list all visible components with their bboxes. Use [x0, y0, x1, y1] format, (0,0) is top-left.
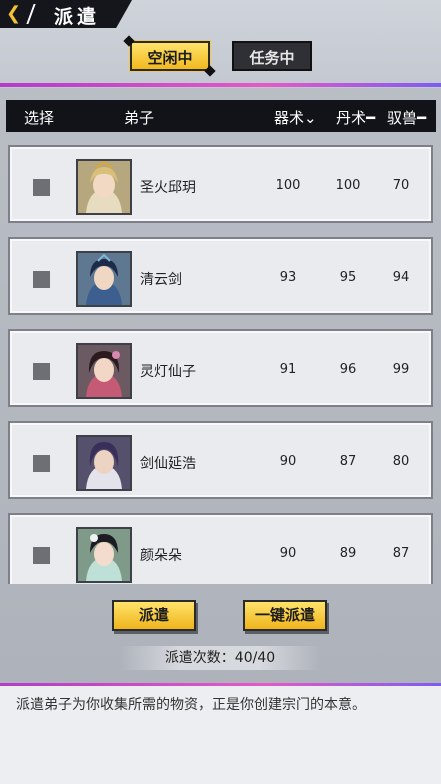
disciple-name: 圣火邱玥 [140, 180, 196, 196]
avatar [76, 435, 132, 491]
table-header: 选择 弟子 器术⌄ 丹术━ 驭兽━ [6, 100, 436, 132]
back-button[interactable]: ❮ [6, 5, 26, 23]
one-key-dispatch-button[interactable]: 一键派遣 [243, 600, 327, 631]
column-select: 选择 [24, 109, 55, 127]
select-checkbox[interactable] [33, 271, 50, 288]
chevron-left-icon: ❮ [6, 3, 22, 24]
alchemy-value: 100 [335, 178, 361, 193]
select-checkbox[interactable] [33, 547, 50, 564]
select-checkbox[interactable] [33, 179, 50, 196]
avatar [76, 251, 132, 307]
column-weapon-sort[interactable]: 器术⌄ [274, 107, 317, 128]
disciple-name: 清云剑 [140, 272, 182, 288]
disciple-list[interactable]: 圣火邱玥 100 100 70 清云剑 93 95 94 灵灯仙子 91 96 … [0, 140, 441, 584]
beast-value: 80 [392, 454, 410, 469]
beast-value: 99 [392, 362, 410, 377]
disciple-name: 颜朵朵 [140, 548, 182, 564]
avatar [76, 527, 132, 583]
beast-value: 87 [392, 546, 410, 561]
alchemy-value: 96 [339, 362, 357, 377]
select-checkbox[interactable] [33, 455, 50, 472]
avatar [76, 159, 132, 215]
column-beast-sort[interactable]: 驭兽━ [387, 107, 426, 128]
dispatch-button[interactable]: 派遣 [112, 600, 196, 631]
weapon-value: 91 [279, 362, 297, 377]
description-text: 派遣弟子为你收集所需的物资，正是你创建宗门的本意。 [16, 697, 366, 713]
disciple-name: 剑仙延浩 [140, 456, 196, 472]
tab-busy[interactable]: 任务中 [232, 41, 312, 71]
disciple-name: 灵灯仙子 [140, 364, 196, 380]
avatar [76, 343, 132, 399]
dispatch-count: 派遣次数：40/40 [120, 646, 320, 670]
weapon-value: 90 [279, 546, 297, 561]
list-item[interactable]: 灵灯仙子 91 96 99 [8, 329, 433, 407]
tab-idle-label: 空闲中 [147, 49, 193, 67]
tab-idle[interactable]: 空闲中 [123, 35, 216, 77]
beast-value: 70 [392, 178, 410, 193]
list-item[interactable]: 颜朵朵 90 89 87 [8, 513, 433, 584]
alchemy-value: 87 [339, 454, 357, 469]
list-item[interactable]: 剑仙延浩 90 87 80 [8, 421, 433, 499]
alchemy-value: 95 [339, 270, 357, 285]
weapon-value: 93 [279, 270, 297, 285]
divider [0, 83, 441, 87]
weapon-value: 100 [275, 178, 301, 193]
tab-busy-label: 任务中 [249, 49, 295, 67]
weapon-value: 90 [279, 454, 297, 469]
select-checkbox[interactable] [33, 363, 50, 380]
page-title: 派遣 [54, 6, 101, 28]
column-disciple: 弟子 [124, 109, 155, 127]
list-item[interactable]: 清云剑 93 95 94 [8, 237, 433, 315]
column-alchemy-sort[interactable]: 丹术━ [336, 107, 375, 128]
alchemy-value: 89 [339, 546, 357, 561]
list-item[interactable]: 圣火邱玥 100 100 70 [8, 145, 433, 223]
beast-value: 94 [392, 270, 410, 285]
